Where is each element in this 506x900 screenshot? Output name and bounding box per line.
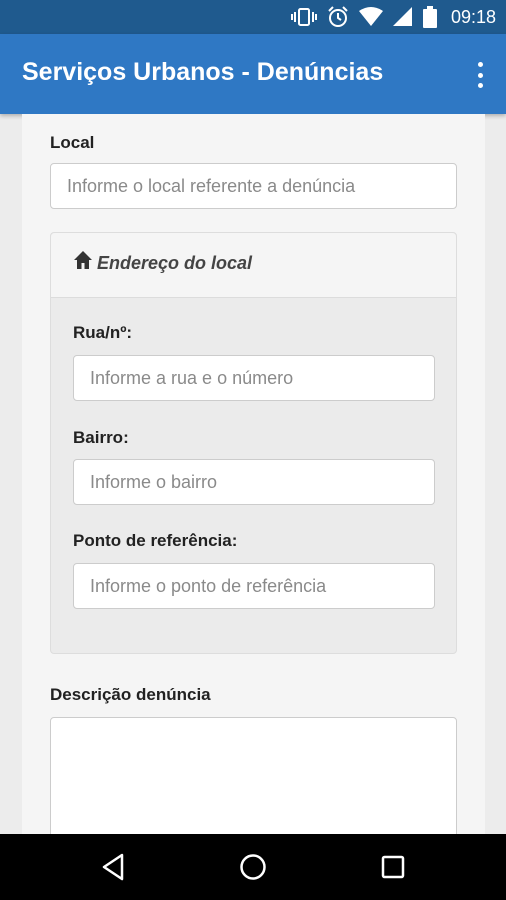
street-input[interactable] bbox=[73, 355, 435, 401]
back-icon[interactable] bbox=[97, 851, 129, 883]
recents-icon[interactable] bbox=[377, 851, 409, 883]
form-container: Local Endereço do local Rua/nº: Bairro: … bbox=[22, 114, 485, 857]
battery-icon bbox=[422, 6, 437, 28]
wifi-icon bbox=[358, 7, 383, 26]
street-label: Rua/nº: bbox=[73, 323, 133, 342]
status-bar: 09:18 bbox=[0, 0, 506, 34]
home-circle-icon[interactable] bbox=[237, 851, 269, 883]
description-label: Descrição denúncia bbox=[50, 685, 211, 704]
alarm-icon bbox=[328, 6, 348, 27]
address-panel: Endereço do local Rua/nº: Bairro: Ponto … bbox=[50, 232, 457, 654]
status-icons: 09:18 bbox=[290, 0, 496, 34]
reference-label: Ponto de referência: bbox=[73, 531, 238, 550]
local-label: Local bbox=[50, 133, 95, 152]
home-icon bbox=[74, 251, 92, 269]
signal-icon bbox=[392, 7, 412, 26]
navigation-bar bbox=[0, 834, 506, 900]
local-input[interactable] bbox=[50, 163, 457, 209]
app-title: Serviços Urbanos - Denúncias bbox=[22, 58, 384, 86]
app-bar: Serviços Urbanos - Denúncias bbox=[0, 34, 506, 114]
neighborhood-label: Bairro: bbox=[73, 428, 129, 447]
neighborhood-input[interactable] bbox=[73, 459, 435, 505]
status-time: 09:18 bbox=[450, 6, 496, 27]
reference-input[interactable] bbox=[73, 563, 435, 609]
address-panel-header: Endereço do local bbox=[51, 233, 456, 298]
vibrate-icon bbox=[290, 8, 317, 26]
address-panel-title: Endereço do local bbox=[97, 253, 253, 273]
more-vert-icon[interactable] bbox=[474, 60, 486, 90]
